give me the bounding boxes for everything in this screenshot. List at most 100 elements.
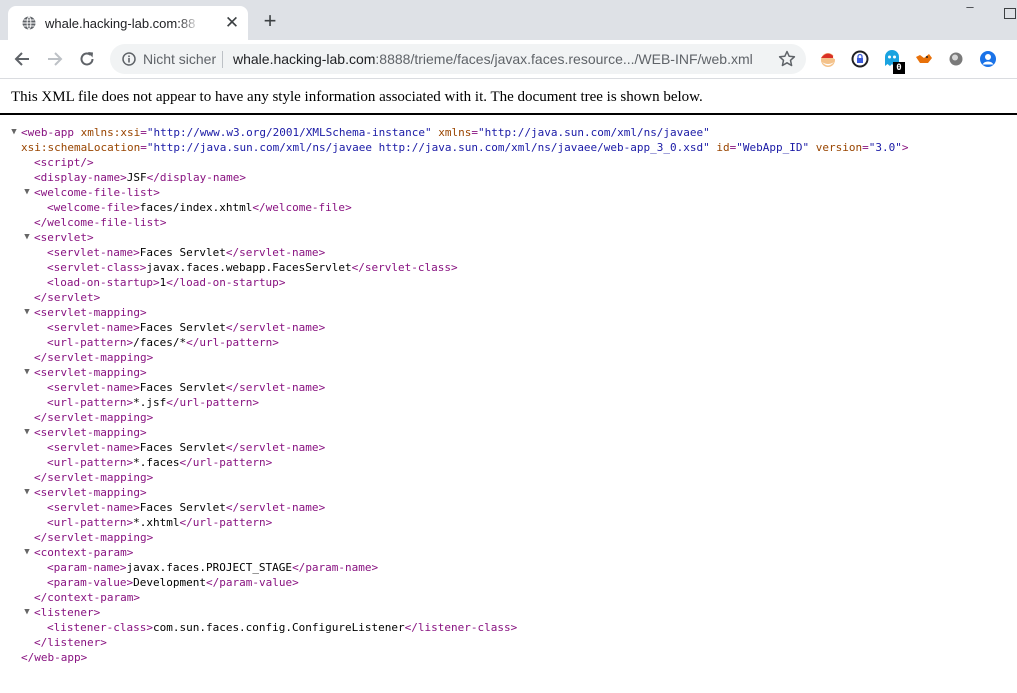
xml-line: <url-pattern>/faces/*</url-pattern>: [47, 336, 279, 349]
xml-tag-name: servlet-name: [239, 501, 319, 514]
extension-santa-icon[interactable]: [818, 49, 838, 69]
xml-line: <web-app xmlns:xsi="http://www.w3.org/20…: [21, 126, 710, 139]
xml-tag-name: welcome-file: [265, 201, 346, 214]
xml-tag-name: display-name: [40, 171, 121, 184]
xml-line: <welcome-file-list>: [34, 186, 160, 199]
collapse-triangle-icon[interactable]: ▼: [22, 425, 32, 440]
xml-tag-name: servlet-name: [239, 441, 319, 454]
xml-tag-name: context-param: [40, 546, 127, 559]
url-text[interactable]: whale.hacking-lab.com:8888/trieme/faces/…: [233, 51, 753, 67]
extension-lock-icon[interactable]: [850, 49, 870, 69]
xml-line: <servlet-name>Faces Servlet</servlet-nam…: [47, 246, 326, 259]
xml-tag-name: param-value: [219, 576, 293, 589]
xml-tag-name: web-app: [34, 651, 81, 664]
xml-tag-name: servlet-name: [53, 246, 134, 259]
xml-attr-name: xmlns:xsi: [80, 126, 141, 139]
xml-line: </listener>: [34, 636, 107, 649]
xml-line: <servlet-mapping>: [34, 306, 147, 319]
xml-line: <script/>: [34, 156, 94, 169]
xml-tag-name: servlet: [47, 291, 94, 304]
info-icon[interactable]: [122, 52, 136, 66]
xml-text: com.sun.faces.config.ConfigureListener: [152, 621, 405, 634]
xml-attr-value: http://java.sun.com/xml/ns/javaee http:/…: [153, 141, 704, 154]
collapse-triangle-icon[interactable]: ▼: [22, 305, 32, 320]
tab-strip: whale.hacking-lab.com:8888/trieme/faces/…: [0, 0, 1017, 40]
xml-tag-name: param-name: [53, 561, 120, 574]
xml-line: <url-pattern>*.jsf</url-pattern>: [47, 396, 259, 409]
xml-line: </servlet>: [34, 291, 101, 304]
security-label[interactable]: Nicht sicher: [143, 51, 216, 67]
xml-text: faces/index.xhtml: [139, 201, 253, 214]
maximize-window-icon[interactable]: [1004, 8, 1016, 19]
xml-tag-name: listener-class: [417, 621, 511, 634]
browser-tab[interactable]: whale.hacking-lab.com:8888/trieme/faces/…: [8, 6, 248, 40]
xml-tag-name: servlet-mapping: [40, 486, 140, 499]
xml-tag-name: listener: [47, 636, 101, 649]
extension-profile-icon[interactable]: [978, 49, 998, 69]
xml-line: <listener-class>com.sun.faces.config.Con…: [47, 621, 518, 634]
xml-tag-name: servlet-mapping: [47, 411, 147, 424]
xml-text: JSF: [126, 171, 147, 184]
collapse-triangle-icon[interactable]: ▼: [22, 230, 32, 245]
xml-attr-value: http://www.w3.org/2001/XMLSchema-instanc…: [153, 126, 425, 139]
collapse-triangle-icon[interactable]: ▼: [22, 365, 32, 380]
xml-line: </servlet-mapping>: [34, 411, 154, 424]
new-tab-button[interactable]: +: [259, 10, 281, 32]
xml-tag-name: servlet-class: [53, 261, 140, 274]
bookmark-star-icon[interactable]: [778, 50, 796, 68]
xml-tag-name: listener: [40, 606, 94, 619]
xml-attr-name: id: [716, 141, 730, 154]
xml-line: <param-value>Development</param-value>: [47, 576, 299, 589]
xml-info-text: This XML file does not appear to have an…: [11, 89, 703, 105]
xml-text: *.xhtml: [133, 516, 180, 529]
xml-text: javax.faces.webapp.FacesServlet: [146, 261, 352, 274]
extension-circle-icon[interactable]: [946, 49, 966, 69]
xml-attr-name: version: [815, 141, 863, 154]
xml-text: *.jsf: [133, 396, 167, 409]
minimize-window-icon[interactable]: –: [963, 0, 977, 16]
xml-line: <display-name>JSF</display-name>: [34, 171, 246, 184]
address-bar[interactable]: Nicht sicher whale.hacking-lab.com:8888/…: [110, 44, 806, 74]
xml-text: Development: [133, 576, 206, 589]
xml-tag-name: url-pattern: [179, 396, 253, 409]
xml-attr-name: xmlns: [438, 126, 472, 139]
collapse-triangle-icon[interactable]: ▼: [22, 185, 32, 200]
reload-button[interactable]: [76, 48, 98, 70]
collapse-triangle-icon[interactable]: ▼: [9, 125, 19, 140]
xml-tag-name: url-pattern: [53, 516, 127, 529]
collapse-triangle-icon[interactable]: ▼: [22, 545, 32, 560]
arrow-right-icon: [48, 52, 63, 66]
globe-icon: [22, 16, 36, 30]
xml-tag-name: context-param: [47, 591, 134, 604]
xml-tag-name: param-value: [53, 576, 127, 589]
collapse-triangle-icon[interactable]: ▼: [22, 605, 32, 620]
xml-tag-name: param-name: [305, 561, 372, 574]
extension-fox-icon[interactable]: [914, 49, 934, 69]
collapse-triangle-icon[interactable]: ▼: [22, 485, 32, 500]
xml-tag-name: servlet-class: [364, 261, 451, 274]
xml-line: <servlet-name>Faces Servlet</servlet-nam…: [47, 381, 326, 394]
xml-tag-name: url-pattern: [53, 396, 127, 409]
xml-line: <servlet-mapping>: [34, 426, 147, 439]
xml-line: <servlet>: [34, 231, 94, 244]
xml-tag-name: url-pattern: [192, 516, 266, 529]
xml-tag-name: script: [40, 156, 81, 169]
back-button[interactable]: [11, 48, 33, 70]
xml-line: <url-pattern>*.xhtml</url-pattern>: [47, 516, 273, 529]
forward-button[interactable]: [44, 48, 66, 70]
xml-tag-name: servlet-mapping: [47, 471, 147, 484]
tab-close-icon[interactable]: ✕: [223, 14, 241, 32]
extension-badge: 0: [893, 62, 905, 74]
xml-line: </context-param>: [34, 591, 140, 604]
xml-tag-name: url-pattern: [53, 336, 127, 349]
xml-tag-name: welcome-file-list: [47, 216, 160, 229]
xml-text: Faces Servlet: [139, 381, 226, 394]
xml-tag-name: servlet-name: [53, 321, 134, 334]
xml-line: <servlet-name>Faces Servlet</servlet-nam…: [47, 501, 326, 514]
xml-attr-name: xsi:schemaLocation: [21, 141, 141, 154]
omnibox-separator: [222, 51, 223, 68]
xml-attr-value: http://java.sun.com/xml/ns/javaee: [484, 126, 704, 139]
xml-line: </web-app>: [21, 651, 88, 664]
xml-text: *.faces: [133, 456, 180, 469]
xml-tag-name: servlet-mapping: [47, 531, 147, 544]
